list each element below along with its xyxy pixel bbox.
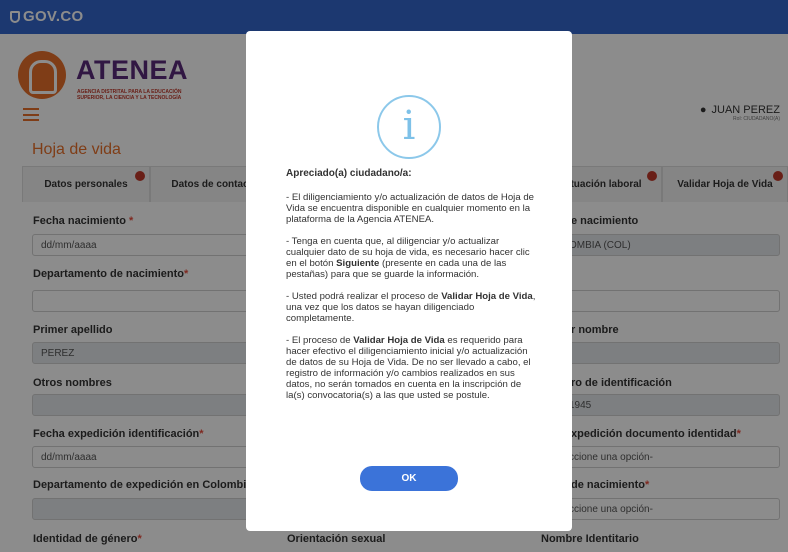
info-modal: i Apreciado(a) ciudadano/a: - El diligen… (246, 31, 572, 531)
ok-button[interactable]: OK (360, 466, 458, 491)
modal-body: Apreciado(a) ciudadano/a: - El diligenci… (286, 168, 536, 412)
modal-paragraph-4: - El proceso de Validar Hoja de Vida es … (286, 335, 531, 401)
info-icon: i (377, 95, 441, 159)
modal-paragraph-3: - Usted podrá realizar el proceso de Val… (286, 291, 536, 324)
modal-paragraph-2: - Tenga en cuenta que, al diligenciar y/… (286, 236, 530, 280)
modal-greeting: Apreciado(a) ciudadano/a: (286, 168, 412, 179)
modal-paragraph-1: - El diligenciamiento y/o actualización … (286, 192, 534, 225)
